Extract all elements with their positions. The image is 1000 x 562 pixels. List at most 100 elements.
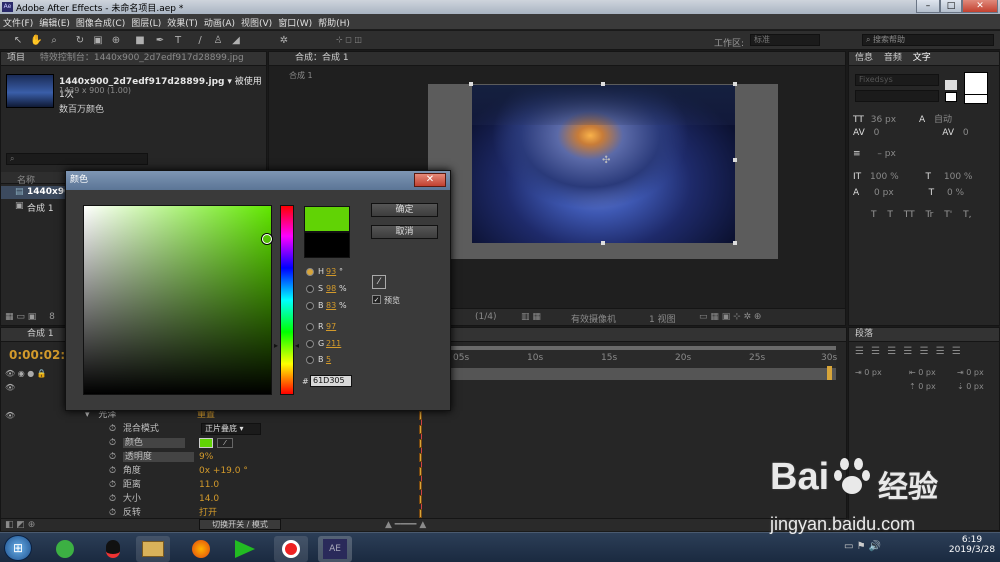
hue-radio[interactable] <box>306 268 314 276</box>
faux-bold-button[interactable]: T <box>871 210 877 220</box>
prop-blend-mode[interactable]: ⏱ 混合模式 正片叠底 ▾ <box>109 422 439 436</box>
camera-tool-icon[interactable]: ▣ <box>92 35 104 46</box>
font-size-row[interactable]: TT 36 px A 自动 <box>853 112 1000 126</box>
menu-help[interactable]: 帮助(H) <box>315 14 353 29</box>
space-after-row[interactable]: ⇣ 0 px <box>957 382 984 391</box>
zoom-tool-icon[interactable]: ⌕ <box>48 35 60 46</box>
green-radio[interactable] <box>306 340 314 348</box>
new-folder-icon[interactable]: ▭ <box>16 312 25 322</box>
current-timecode[interactable]: 0:00:02:1 <box>9 348 74 362</box>
font-family-select[interactable]: Fixedsys <box>855 74 939 86</box>
saturation-radio[interactable] <box>306 285 314 293</box>
blend-mode-select[interactable]: 正片叠底 ▾ <box>201 423 261 435</box>
interpret-footage-icon[interactable]: ▦ <box>5 312 14 322</box>
saturation-row[interactable]: S 98 % <box>306 283 366 295</box>
red-value[interactable]: 97 <box>326 322 336 331</box>
prop-size[interactable]: ⏱ 大小 14.0 <box>109 492 439 506</box>
taskbar-explorer-icon[interactable] <box>136 536 170 562</box>
pan-behind-tool-icon[interactable]: ⊕ <box>110 35 122 46</box>
eyedropper-icon[interactable]: ⁄ <box>217 438 233 448</box>
saturation-brightness-field[interactable] <box>83 205 272 395</box>
stroke-color-swatch[interactable] <box>945 92 957 102</box>
column-name[interactable]: 名称 <box>17 173 35 186</box>
prop-opacity[interactable]: ⏱ 透明度 9% <box>109 450 439 464</box>
stopwatch-icon[interactable]: ⏱ <box>109 466 116 476</box>
red-radio[interactable] <box>306 323 314 331</box>
keyframe[interactable] <box>419 495 422 504</box>
green-value[interactable]: 211 <box>326 339 341 348</box>
puppet-tool-icon[interactable]: ✲ <box>278 35 290 46</box>
color-picker-cursor[interactable] <box>262 234 272 244</box>
toggle-switches-modes-button[interactable]: 切换开关 / 模式 <box>199 519 281 530</box>
stopwatch-icon[interactable]: ⏱ <box>109 508 116 518</box>
menu-edit[interactable]: 编辑(E) <box>36 14 73 29</box>
blue-row[interactable]: B 5 <box>306 354 366 366</box>
stopwatch-icon[interactable]: ⏱ <box>109 452 116 462</box>
hue-slider-left-arrow[interactable]: ▸ <box>274 341 278 350</box>
menu-effect[interactable]: 效果(T) <box>164 14 201 29</box>
hue-value[interactable]: 93 <box>326 267 336 276</box>
camera-select[interactable]: 有效摄像机 <box>571 312 616 325</box>
view-layout-select[interactable]: 1 视图 <box>649 312 676 325</box>
keyframe[interactable] <box>419 481 422 490</box>
start-button[interactable]: ⊞ <box>4 535 32 561</box>
brightness-row[interactable]: B 83 % <box>306 300 366 312</box>
prop-color[interactable]: ⏱ 颜色 ⁄ <box>109 436 439 450</box>
text-stroke-swatch[interactable] <box>964 94 988 104</box>
close-window-button[interactable]: ✕ <box>962 0 998 13</box>
keyframe[interactable] <box>419 439 422 448</box>
blue-value[interactable]: 5 <box>326 355 331 364</box>
fill-color-swatch[interactable] <box>945 80 957 90</box>
brightness-radio[interactable] <box>306 302 314 310</box>
region-icons[interactable]: ▥ ▦ <box>521 312 541 322</box>
keyframe[interactable] <box>419 411 422 420</box>
keyframe[interactable] <box>419 509 422 518</box>
text-style-buttons[interactable]: T T TT Tr T' T, <box>871 210 1000 220</box>
taskbar-firefox-icon[interactable] <box>184 536 218 562</box>
workspace-select[interactable]: 标准 <box>750 34 820 46</box>
layer-handle[interactable] <box>733 158 737 162</box>
tab-audio[interactable]: 音频 <box>884 53 902 63</box>
search-help-input[interactable]: ⌕ 搜索帮助 <box>862 34 994 46</box>
menu-composition[interactable]: 图像合成(C) <box>73 14 128 29</box>
pen-tool-icon[interactable]: ✒ <box>154 35 166 46</box>
small-caps-button[interactable]: Tr <box>925 210 933 220</box>
tab-timeline-comp[interactable]: 合成 1 <box>27 329 54 339</box>
tray-icons[interactable]: ▭ ⚑ 🔊 <box>844 541 881 552</box>
indent-left-row[interactable]: ⇥ 0 px <box>855 368 882 377</box>
text-tool-icon[interactable]: T <box>172 35 184 46</box>
effect-visibility-icon[interactable]: 👁 <box>5 411 15 420</box>
ok-button[interactable]: 确定 <box>371 203 438 217</box>
taskbar-video-player-icon[interactable] <box>228 536 262 562</box>
comp-image-layer[interactable]: ✣ <box>472 85 735 243</box>
project-search-input[interactable]: ⌕ <box>6 153 148 165</box>
tab-paragraph[interactable]: 段落 <box>855 329 873 339</box>
tab-effect-controls[interactable]: 特效控制台：1440x900_2d7edf917d28899.jpg <box>40 53 244 63</box>
layer-duration-bar[interactable] <box>451 368 836 380</box>
saturation-value[interactable]: 98 <box>326 284 336 293</box>
stopwatch-icon[interactable]: ⏱ <box>109 438 116 448</box>
stroke-width-row[interactable]: ≡ – px <box>853 149 1000 163</box>
comp-breadcrumb[interactable]: 合成 1 <box>289 70 313 81</box>
keyframe[interactable] <box>419 425 422 434</box>
anchor-point-icon[interactable]: ✣ <box>602 155 610 166</box>
old-color-swatch[interactable] <box>304 232 350 258</box>
taskbar-ae-button[interactable]: AE <box>318 536 352 562</box>
menu-animation[interactable]: 动画(A) <box>201 14 238 29</box>
superscript-button[interactable]: T' <box>944 210 952 220</box>
maximize-button[interactable]: □ <box>940 0 962 13</box>
kerning-row[interactable]: AV 0 AV 0 <box>853 128 1000 142</box>
layer-handle[interactable] <box>601 82 605 86</box>
timeline-footer-icons[interactable]: ◧ ◩ ⊕ <box>5 520 35 530</box>
stopwatch-icon[interactable]: ⏱ <box>109 424 116 434</box>
menu-file[interactable]: 文件(F) <box>0 14 36 29</box>
time-ruler[interactable]: 05s 10s 15s 20s 25s 30s <box>451 346 837 368</box>
all-caps-button[interactable]: TT <box>904 210 915 220</box>
clone-tool-icon[interactable]: ♙ <box>212 35 224 46</box>
comp-footer-icons[interactable]: ▭ ▦ ▣ ⊹ ✲ ⊕ <box>699 312 761 322</box>
resolution-select[interactable]: (1/4) <box>475 312 497 322</box>
menu-window[interactable]: 窗口(W) <box>275 14 315 29</box>
new-comp-icon[interactable]: ▣ <box>28 312 37 322</box>
minimize-button[interactable]: – <box>916 0 940 13</box>
timeline-end-marker[interactable] <box>827 366 832 380</box>
